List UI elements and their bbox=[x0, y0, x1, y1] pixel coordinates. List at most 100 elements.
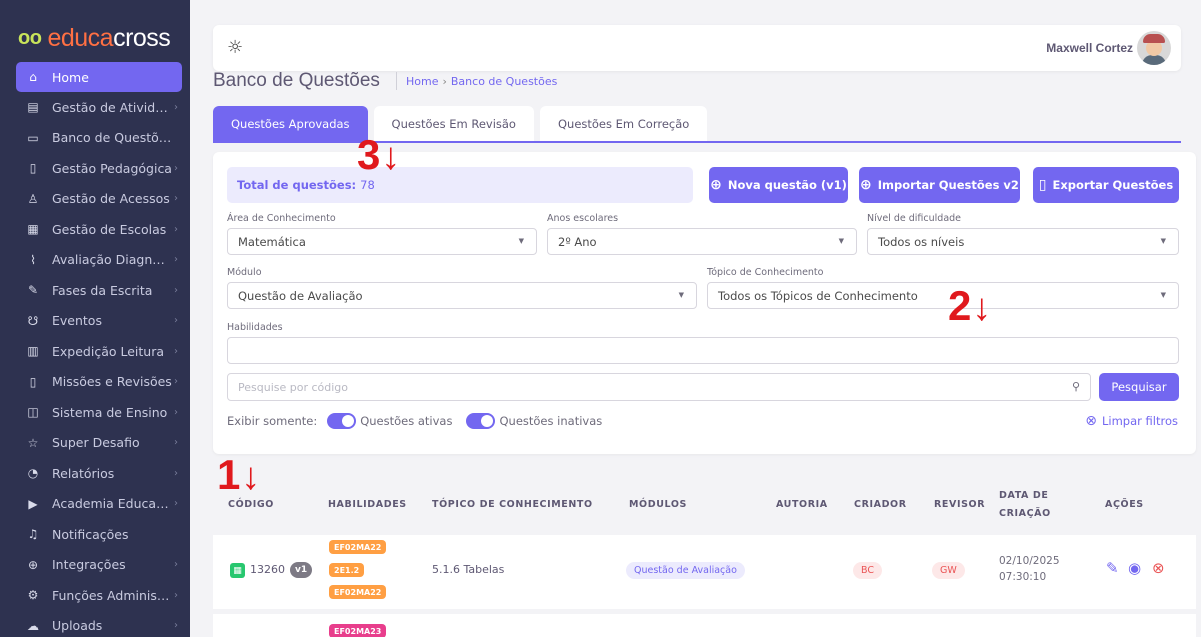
chevron-right-icon: › bbox=[174, 376, 178, 388]
sidebar-item-6[interactable]: ⌇ Avaliação Diagnósti...› bbox=[0, 245, 190, 276]
sidebar-item-label: Integrações bbox=[52, 557, 126, 573]
active-questions-toggle[interactable] bbox=[327, 413, 357, 429]
edit-icon[interactable]: ✎ bbox=[1106, 559, 1119, 577]
arrow-down-icon: ↓ bbox=[381, 136, 401, 178]
sidebar-item-7[interactable]: ✎ Fases da Escrita › bbox=[0, 275, 190, 306]
sun-icon[interactable]: ☼ bbox=[227, 37, 243, 58]
skills-input[interactable] bbox=[227, 337, 1179, 364]
star-icon: ☆ bbox=[27, 435, 39, 450]
new-question-button[interactable]: ⊕ Nova questão (v1) bbox=[709, 167, 848, 203]
sidebar-item-17[interactable]: ⚙ Funções Administr... › bbox=[0, 580, 190, 611]
sidebar-item-0[interactable]: ⌂ Home bbox=[16, 62, 182, 92]
chevron-right-icon: › bbox=[174, 193, 178, 205]
pen-icon: ✎ bbox=[27, 283, 39, 298]
chevron-right-icon: › bbox=[174, 559, 178, 571]
eye-icon[interactable]: ◉ bbox=[1128, 559, 1141, 577]
module-select[interactable]: Questão de Avaliação ▼ bbox=[227, 282, 697, 309]
breadcrumb-current[interactable]: Banco de Questões bbox=[451, 75, 557, 88]
sidebar-item-label: Gestão de Atividades bbox=[52, 99, 172, 115]
chevron-down-icon: ▼ bbox=[518, 237, 524, 245]
breadcrumb-home[interactable]: Home bbox=[406, 75, 438, 88]
tab-approved[interactable]: Questões Aprovadas bbox=[213, 106, 368, 142]
module-label: Módulo bbox=[227, 267, 262, 278]
logo-mark: oo bbox=[18, 27, 42, 49]
total-questions: Total de questões: 78 bbox=[227, 167, 693, 203]
annotation-3: 3 ↓ bbox=[357, 131, 401, 178]
show-only-label: Exibir somente: bbox=[227, 414, 318, 428]
plus-circle-icon: ⊕ bbox=[710, 177, 722, 193]
skill-badge: 2E1.2 bbox=[329, 563, 365, 577]
pie-chart-icon: ◔ bbox=[27, 466, 39, 481]
search-input[interactable]: Pesquise por código ⚲ bbox=[227, 373, 1091, 401]
user-name[interactable]: Maxwell Cortez bbox=[1046, 41, 1133, 55]
sidebar-item-13[interactable]: ◔ Relatórios › bbox=[0, 458, 190, 489]
sidebar-item-12[interactable]: ☆ Super Desafio › bbox=[0, 428, 190, 459]
tabs: Questões Aprovadas Questões Em Revisão Q… bbox=[213, 106, 713, 142]
video-icon: ▶ bbox=[28, 496, 38, 511]
sidebar-item-8[interactable]: ☋ Eventos › bbox=[0, 306, 190, 337]
years-label: Anos escolares bbox=[547, 213, 619, 224]
sidebar-item-11[interactable]: ◫ Sistema de Ensino › bbox=[0, 397, 190, 428]
clipboard-icon: ▥ bbox=[27, 344, 39, 359]
skill-badge: EF02MA22 bbox=[329, 540, 387, 554]
sidebar-item-15[interactable]: ♫ Notificações bbox=[0, 519, 190, 550]
x-circle-icon[interactable]: ⊗ bbox=[1152, 559, 1165, 577]
sidebar-item-18[interactable]: ☁ Uploads › bbox=[0, 611, 190, 637]
table-row: EF02MA23 bbox=[213, 614, 1196, 637]
col-date-line1: DATA DE bbox=[999, 490, 1049, 501]
sidebar-item-5[interactable]: ▦ Gestão de Escolas › bbox=[0, 214, 190, 245]
export-questions-button[interactable]: ▯ Exportar Questões bbox=[1033, 167, 1179, 203]
chevron-right-icon: › bbox=[174, 345, 178, 357]
sidebar-item-4[interactable]: ♙ Gestão de Acessos › bbox=[0, 184, 190, 215]
sidebar-item-3[interactable]: ▯ Gestão Pedagógica › bbox=[0, 153, 190, 184]
annotation-2: 2 ↓ bbox=[948, 282, 992, 329]
chevron-right-icon: › bbox=[174, 223, 178, 235]
clear-filters-button[interactable]: ⊗ Limpar filtros bbox=[1085, 413, 1178, 429]
bell-icon: ♫ bbox=[27, 527, 39, 542]
sidebar-item-9[interactable]: ▥ Expedição Leitura › bbox=[0, 336, 190, 367]
brand-logo[interactable]: oo educa cross bbox=[18, 24, 171, 53]
sidebar-item-10[interactable]: ▯ Missões e Revisões › bbox=[0, 367, 190, 398]
import-questions-button[interactable]: ⊕ Importar Questões v2 bbox=[859, 167, 1020, 203]
sidebar-item-label: Gestão de Acessos bbox=[52, 191, 170, 207]
chevron-right-icon: › bbox=[174, 620, 178, 632]
sidebar-item-label: Home bbox=[52, 69, 89, 85]
sidebar-item-label: Avaliação Diagnósti... bbox=[52, 252, 172, 268]
award-icon: ☋ bbox=[27, 313, 39, 328]
sidebar-item-14[interactable]: ▶ Academia Educacr... › bbox=[0, 489, 190, 520]
chevron-down-icon: ▼ bbox=[838, 237, 844, 245]
search-button[interactable]: Pesquisar bbox=[1099, 373, 1179, 401]
chevron-right-icon: › bbox=[174, 101, 178, 113]
area-label: Área de Conhecimento bbox=[227, 213, 336, 224]
topic-select[interactable]: Todos os Tópicos de Conhecimento ▼ bbox=[707, 282, 1179, 309]
grid-icon: ▦ bbox=[230, 563, 245, 578]
sidebar-item-2[interactable]: ▭ Banco de Questões bbox=[0, 123, 190, 154]
breadcrumb-chevron-icon: › bbox=[442, 75, 447, 88]
col-author: AUTORIA bbox=[776, 499, 828, 510]
sidebar-item-label: Sistema de Ensino bbox=[52, 404, 168, 420]
sidebar-item-label: Banco de Questões bbox=[52, 130, 172, 146]
area-select[interactable]: Matemática ▼ bbox=[227, 228, 537, 255]
sidebar-item-label: Academia Educacr... bbox=[52, 496, 172, 512]
sidebar-item-label: Funções Administr... bbox=[52, 587, 172, 603]
years-select[interactable]: 2º Ano ▼ bbox=[547, 228, 857, 255]
inactive-questions-toggle[interactable] bbox=[466, 413, 496, 429]
avatar[interactable] bbox=[1137, 31, 1171, 65]
page-title: Banco de Questões bbox=[213, 70, 380, 91]
tab-correction[interactable]: Questões Em Correção bbox=[539, 106, 708, 142]
total-label: Total de questões: bbox=[237, 178, 357, 192]
sidebar-item-label: Gestão de Escolas bbox=[52, 221, 167, 237]
created-date: 02/10/2025 07:30:10 bbox=[999, 555, 1060, 583]
chevron-down-icon: ▼ bbox=[678, 291, 684, 299]
sidebar-item-label: Uploads bbox=[52, 618, 103, 634]
sidebar-item-1[interactable]: ▤ Gestão de Atividades › bbox=[0, 92, 190, 123]
sidebar-item-16[interactable]: ⊕ Integrações › bbox=[0, 550, 190, 581]
sidebar-item-label: Eventos bbox=[52, 313, 102, 329]
difficulty-select[interactable]: Todos os níveis ▼ bbox=[867, 228, 1179, 255]
col-reviewer: REVISOR bbox=[934, 499, 986, 510]
chevron-down-icon: ▼ bbox=[1160, 237, 1166, 245]
col-code[interactable]: CÓDIGO bbox=[228, 499, 274, 510]
skill-badge: EF02MA23 bbox=[329, 624, 387, 637]
avatar-hat bbox=[1143, 34, 1165, 43]
question-code: 13260 bbox=[250, 563, 285, 576]
